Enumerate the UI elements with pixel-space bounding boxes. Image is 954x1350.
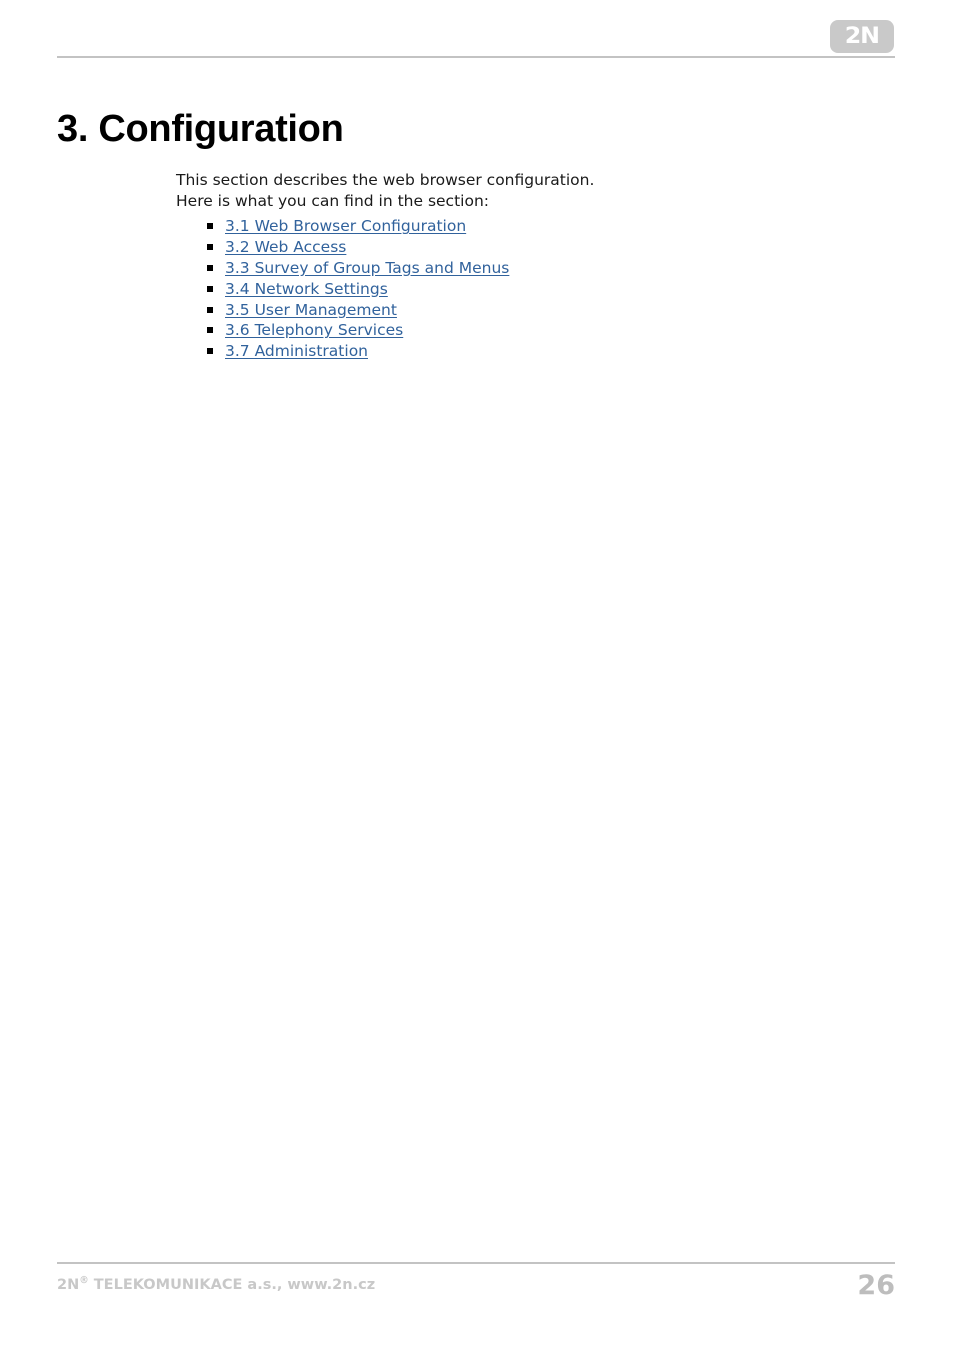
square-bullet-icon <box>207 327 213 334</box>
document-page: 2N 3. Configuration This section describ… <box>0 0 954 1350</box>
intro-line-1: This section describes the web browser c… <box>176 171 595 189</box>
square-bullet-icon <box>207 244 213 251</box>
section-link-3-7[interactable]: 3.7 Administration <box>225 341 368 361</box>
section-link-3-4[interactable]: 3.4 Network Settings <box>225 279 388 299</box>
section-link-3-5[interactable]: 3.5 User Management <box>225 300 397 320</box>
intro-line-2: Here is what you can find in the section… <box>176 192 489 210</box>
brand-logo-2n: 2N <box>830 20 894 53</box>
square-bullet-icon <box>207 264 213 271</box>
list-item: 3.2 Web Access <box>176 237 509 258</box>
intro-paragraph: This section describes the web browser c… <box>176 170 796 212</box>
registered-mark-icon: ® <box>79 1275 89 1287</box>
page-number: 26 <box>857 1270 895 1301</box>
list-item: 3.3 Survey of Group Tags and Menus <box>176 258 509 279</box>
brand-logo-text: 2N <box>844 23 880 49</box>
list-item: 3.6 Telephony Services <box>176 320 509 341</box>
section-link-3-6[interactable]: 3.6 Telephony Services <box>225 320 403 340</box>
square-bullet-icon <box>207 223 213 230</box>
footer-divider <box>57 1262 895 1264</box>
list-item: 3.5 User Management <box>176 299 509 320</box>
header-divider <box>57 56 895 58</box>
page-footer: 2N® TELEKOMUNIKACE a.s., www.2n.cz 26 <box>0 1262 954 1350</box>
footer-company-prefix: 2N <box>57 1277 80 1293</box>
section-link-3-1[interactable]: 3.1 Web Browser Configuration <box>225 216 466 236</box>
section-link-3-2[interactable]: 3.2 Web Access <box>225 237 346 257</box>
square-bullet-icon <box>207 285 213 292</box>
footer-company-suffix: TELEKOMUNIKACE a.s., www.2n.cz <box>88 1277 376 1293</box>
section-link-3-3[interactable]: 3.3 Survey of Group Tags and Menus <box>225 258 509 278</box>
list-item: 3.7 Administration <box>176 341 509 362</box>
list-item: 3.1 Web Browser Configuration <box>176 216 509 237</box>
section-link-list: 3.1 Web Browser Configuration 3.2 Web Ac… <box>176 216 509 362</box>
list-item: 3.4 Network Settings <box>176 278 509 299</box>
square-bullet-icon <box>207 306 213 313</box>
page-title: 3. Configuration <box>57 108 344 150</box>
page-header: 2N <box>0 0 954 60</box>
footer-company-text: 2N® TELEKOMUNIKACE a.s., www.2n.cz <box>57 1275 376 1293</box>
square-bullet-icon <box>207 348 213 355</box>
